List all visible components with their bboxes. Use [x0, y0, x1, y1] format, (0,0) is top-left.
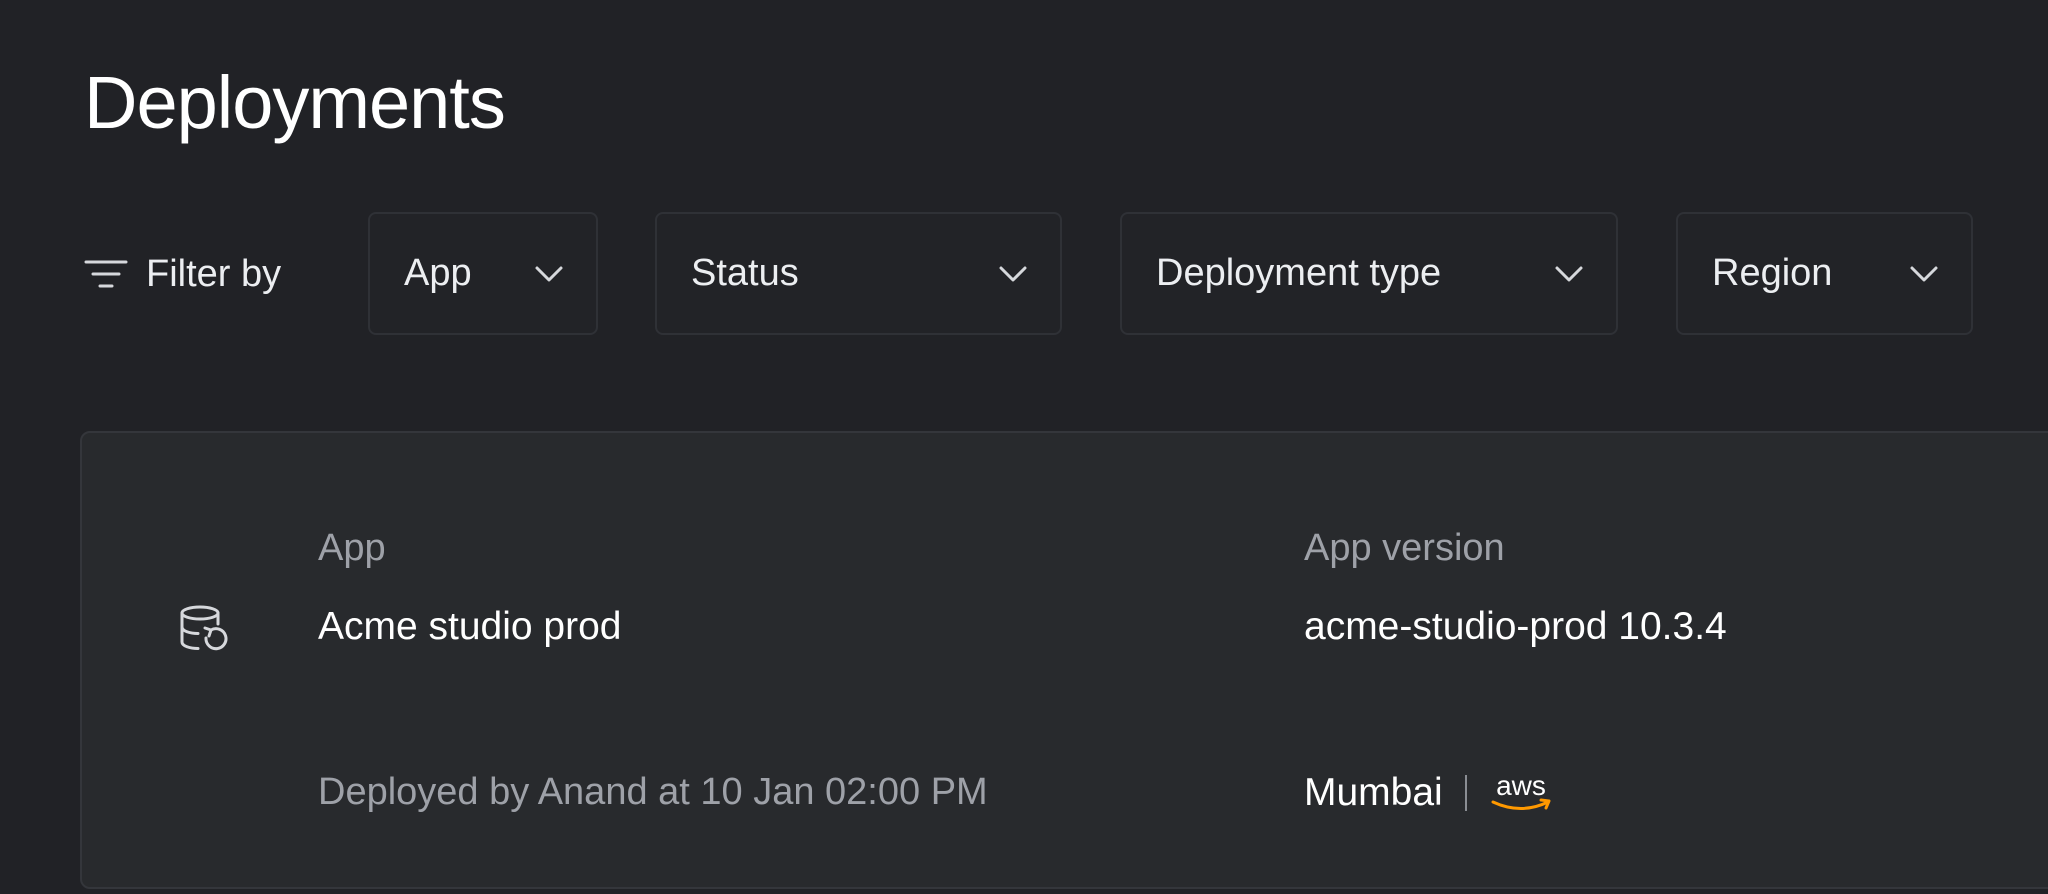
- app-column-label: App: [318, 527, 386, 569]
- chevron-down-icon: [998, 265, 1028, 283]
- filter-bar: Filter by App Status Deployment type Reg…: [0, 212, 2048, 338]
- app-version-label: App version: [1304, 527, 1505, 569]
- region-name: Mumbai: [1304, 771, 1443, 814]
- app-filter-label: App: [404, 252, 472, 294]
- app-name: Acme studio prod: [318, 605, 622, 648]
- deployed-by-text: Deployed by Anand at 10 Jan 02:00 PM: [318, 771, 988, 813]
- filter-icon: [84, 256, 128, 292]
- filter-label-text: Filter by: [146, 252, 282, 295]
- chevron-down-icon: [1909, 265, 1939, 283]
- database-restore-icon: [178, 604, 228, 659]
- aws-logo: aws: [1487, 771, 1555, 815]
- app-filter-dropdown[interactable]: App: [368, 212, 598, 335]
- app-version-value: acme-studio-prod 10.3.4: [1304, 605, 1727, 648]
- chevron-down-icon: [1554, 265, 1584, 283]
- page-title: Deployments: [84, 61, 506, 144]
- status-filter-dropdown[interactable]: Status: [655, 212, 1062, 335]
- status-filter-label: Status: [691, 252, 799, 294]
- deployment-type-filter-dropdown[interactable]: Deployment type: [1120, 212, 1618, 335]
- region-filter-label: Region: [1712, 252, 1833, 294]
- aws-logo-text: aws: [1496, 771, 1546, 801]
- chevron-down-icon: [534, 265, 564, 283]
- deployment-card[interactable]: App Acme studio prod App version acme-st…: [80, 431, 2048, 889]
- divider: [1464, 775, 1467, 811]
- filter-label: Filter by: [84, 248, 281, 300]
- deployment-type-filter-label: Deployment type: [1156, 252, 1442, 294]
- page: Deployments Filter by App Status Deploym…: [0, 0, 2048, 894]
- region-info: Mumbai aws: [1304, 765, 1555, 821]
- region-filter-dropdown[interactable]: Region: [1676, 212, 1973, 335]
